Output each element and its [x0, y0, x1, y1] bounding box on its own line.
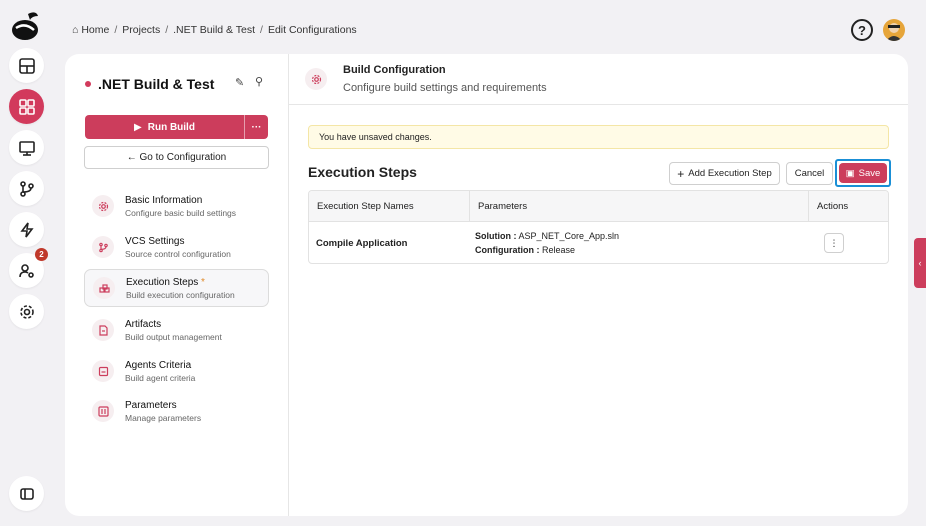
- table-row[interactable]: Compile Application Solution : ASP_NET_C…: [309, 222, 888, 263]
- lightning-icon[interactable]: [9, 212, 44, 247]
- param-value: ASP_NET_Core_App.sln: [518, 231, 620, 241]
- breadcrumb-separator: /: [165, 24, 169, 36]
- content-header: Build Configuration Configure build sett…: [289, 54, 908, 105]
- agent-icon: [92, 360, 114, 382]
- nav-subtitle: Manage parameters: [125, 412, 202, 423]
- nav-execution-steps[interactable]: Execution Steps * Build execution configu…: [84, 269, 269, 307]
- step-actions: ⋮: [809, 222, 888, 263]
- save-label: Save: [858, 167, 881, 179]
- nav-title: Agents Criteria: [125, 359, 192, 371]
- go-to-configuration-button[interactable]: ← Go to Configuration: [84, 146, 269, 169]
- nav-title: VCS Settings: [125, 235, 185, 247]
- step-name: Compile Application: [316, 237, 408, 249]
- pin-icon[interactable]: ⚲: [255, 75, 263, 88]
- breadcrumb-separator: /: [260, 24, 263, 36]
- breadcrumb-project[interactable]: .NET Build & Test: [173, 24, 255, 36]
- page-subtitle: Configure build settings and requirement…: [343, 82, 547, 94]
- nav-vcs-settings[interactable]: VCS Settings Source control configuration: [84, 228, 269, 266]
- projects-icon[interactable]: [9, 89, 44, 124]
- left-rail: 2: [0, 0, 52, 526]
- run-build-label: Run Build: [147, 121, 195, 133]
- execution-steps-table: Execution Step Names Parameters Actions …: [308, 190, 889, 264]
- run-build-button: ▶ Run Build ···: [85, 115, 268, 139]
- nav-subtitle: Build output management: [125, 331, 222, 342]
- status-dot: [85, 81, 91, 87]
- param-value: Release: [542, 245, 576, 255]
- param-key: Configuration :: [475, 245, 540, 255]
- nav-title: Parameters: [125, 399, 177, 411]
- user-settings-icon[interactable]: 2: [9, 248, 48, 288]
- nav-parameters[interactable]: Parameters Manage parameters: [84, 392, 269, 430]
- project-title: .NET Build & Test: [85, 76, 214, 92]
- branch-icon[interactable]: [9, 171, 44, 206]
- nav-title: Basic Information: [125, 194, 203, 206]
- nav-subtitle: Build execution configuration: [126, 289, 235, 300]
- file-icon: [92, 319, 114, 341]
- page-title: Build Configuration: [343, 64, 446, 76]
- steps-icon: [93, 277, 115, 299]
- edit-pencil-icon[interactable]: ✎: [235, 76, 244, 89]
- branch-icon: [92, 236, 114, 258]
- more-actions-icon[interactable]: ⋮: [824, 233, 844, 253]
- breadcrumb-home[interactable]: Home: [81, 24, 109, 36]
- step-parameters: Solution : ASP_NET_Core_App.sln Configur…: [470, 222, 809, 263]
- breadcrumb-projects[interactable]: Projects: [122, 24, 160, 36]
- run-more-button[interactable]: ···: [244, 115, 268, 139]
- breadcrumb-current: Edit Configurations: [267, 24, 357, 36]
- section-title: Execution Steps: [308, 164, 417, 180]
- nav-subtitle: Configure basic build settings: [125, 207, 237, 218]
- sidebar-toggle-icon[interactable]: [9, 476, 44, 511]
- nav-subtitle: Source control configuration: [125, 248, 231, 259]
- column-header: Actions: [817, 200, 849, 212]
- gear-icon: [305, 68, 327, 90]
- gear-icon[interactable]: [9, 294, 44, 329]
- plus-icon: +: [677, 166, 685, 181]
- home-icon[interactable]: ⌂: [72, 24, 78, 36]
- main-panel: .NET Build & Test ✎ ⚲ ▶ Run Build ··· ← …: [65, 54, 908, 516]
- nav-agents-criteria[interactable]: Agents Criteria Build agent criteria: [84, 352, 269, 390]
- sliders-icon: [92, 400, 114, 422]
- nav-title: Execution Steps *: [126, 276, 235, 289]
- content-area: Build Configuration Configure build sett…: [289, 54, 908, 516]
- unsaved-star: *: [201, 276, 205, 288]
- save-button[interactable]: ▣ Save: [839, 163, 887, 183]
- dashboard-icon[interactable]: [9, 48, 44, 83]
- app-logo-icon[interactable]: [10, 8, 42, 42]
- table-header: Execution Step Names Parameters Actions: [309, 191, 888, 222]
- param-key: Solution :: [475, 231, 517, 241]
- avatar[interactable]: [883, 19, 905, 41]
- project-name: .NET Build & Test: [98, 76, 215, 92]
- help-icon[interactable]: ?: [851, 19, 873, 41]
- monitor-icon[interactable]: [9, 130, 44, 165]
- breadcrumb-separator: /: [114, 24, 118, 36]
- notification-badge: 2: [35, 248, 48, 261]
- chevron-left-icon[interactable]: ‹: [914, 238, 926, 288]
- run-build-main[interactable]: ▶ Run Build: [85, 115, 244, 139]
- breadcrumb: ⌂ Home / Projects / .NET Build & Test / …: [72, 24, 357, 36]
- nav-title-text: Execution Steps: [126, 276, 199, 288]
- cancel-button[interactable]: Cancel: [786, 162, 833, 185]
- nav-subtitle: Build agent criteria: [125, 372, 196, 383]
- nav-title: Artifacts: [125, 318, 162, 330]
- add-execution-step-button[interactable]: + Add Execution Step: [669, 162, 780, 185]
- save-icon: ▣: [845, 167, 855, 179]
- config-nav: .NET Build & Test ✎ ⚲ ▶ Run Build ··· ← …: [65, 54, 289, 516]
- play-icon: ▶: [134, 121, 142, 133]
- save-focus-ring: ▣ Save: [835, 159, 891, 187]
- column-header: Execution Step Names: [309, 191, 470, 221]
- nav-artifacts[interactable]: Artifacts Build output management: [84, 311, 269, 349]
- unsaved-changes-alert: You have unsaved changes.: [308, 125, 889, 149]
- column-header: Parameters: [470, 191, 809, 221]
- add-step-label: Add Execution Step: [688, 168, 772, 179]
- gear-icon: [92, 195, 114, 217]
- nav-basic-information[interactable]: Basic Information Configure basic build s…: [84, 187, 269, 225]
